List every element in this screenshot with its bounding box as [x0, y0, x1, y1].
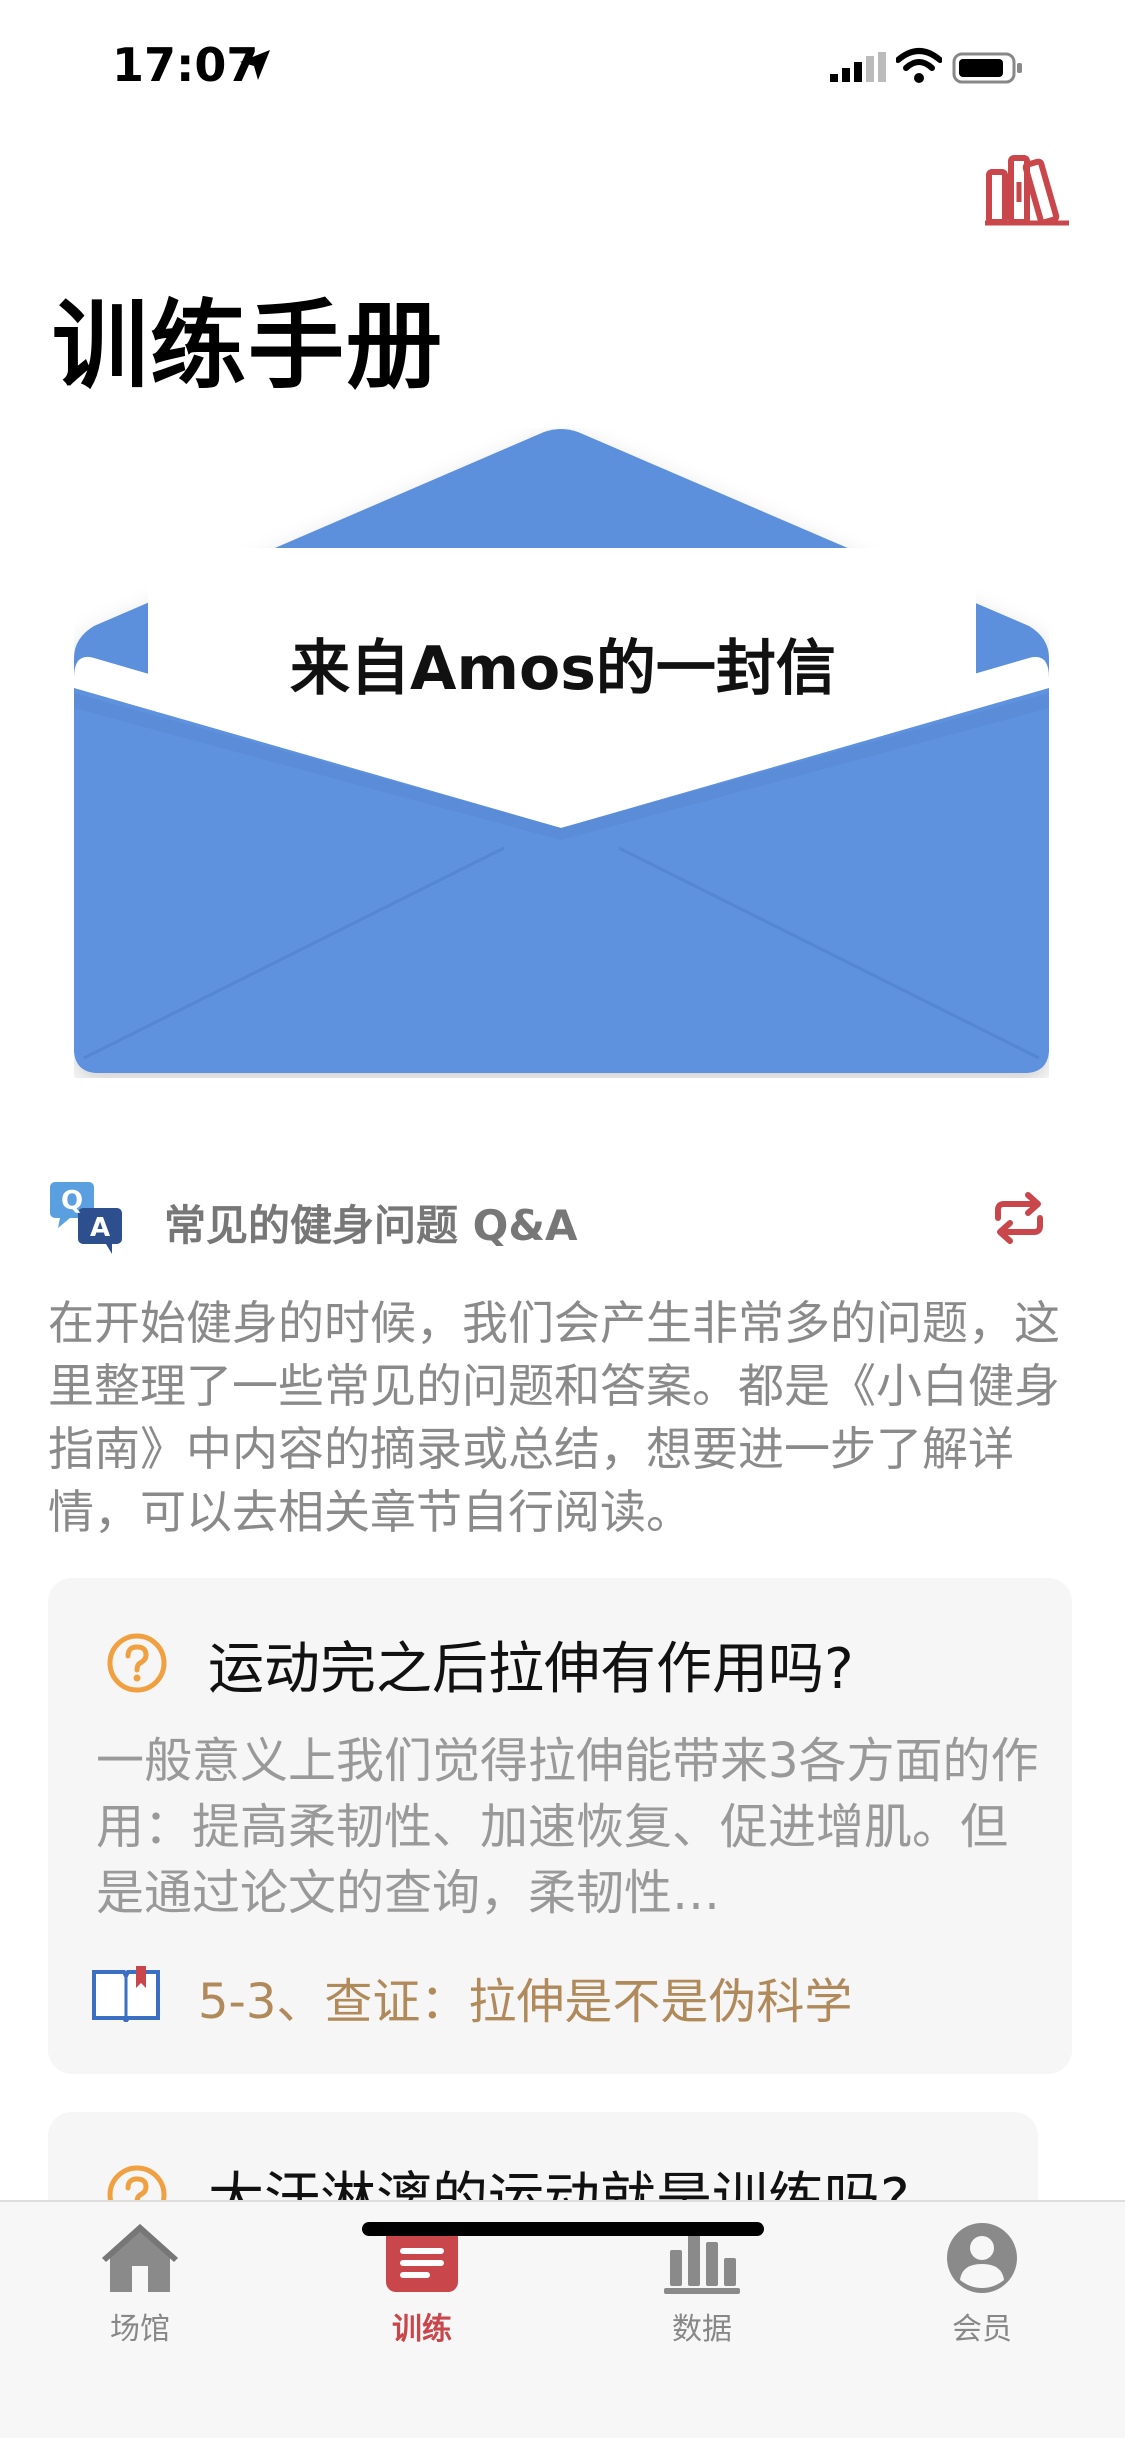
- location-arrow-icon: [240, 50, 270, 80]
- page-title: 训练手册: [52, 290, 444, 402]
- home-icon: [102, 2224, 178, 2292]
- tab-label: 会员: [952, 2312, 1012, 2347]
- tab-venue[interactable]: 场馆: [50, 2220, 230, 2370]
- shuffle-refresh-icon[interactable]: [990, 1192, 1048, 1244]
- battery-icon: [952, 52, 1022, 84]
- svg-text:A: A: [90, 1213, 110, 1243]
- cellular-signal-icon: [830, 52, 886, 82]
- home-indicator[interactable]: [362, 2222, 764, 2236]
- letter-title[interactable]: 来自Amos的一封信: [148, 620, 978, 707]
- tab-member[interactable]: 会员: [892, 2220, 1072, 2370]
- card-question: 运动完之后拉伸有作用吗?: [208, 1637, 854, 1702]
- tab-label: 场馆: [110, 2312, 170, 2347]
- tab-label: 训练: [392, 2312, 452, 2347]
- tab-training[interactable]: 训练: [332, 2220, 512, 2370]
- status-time: 17:07: [112, 38, 259, 92]
- envelope-illustration[interactable]: [74, 428, 1049, 1078]
- tab-data[interactable]: 数据: [612, 2220, 792, 2370]
- qa-section-title: 常见的健身问题 Q&A: [164, 1201, 578, 1250]
- card-chapter-link[interactable]: 5-3、查证：拉伸是不是伪科学: [198, 1962, 852, 2032]
- qa-icon: Q A: [50, 1182, 122, 1254]
- qa-description: 在开始健身的时候，我们会产生非常多的问题，这里整理了一些常见的问题和答案。都是《…: [48, 1296, 1060, 1539]
- open-book-icon: [92, 1966, 160, 2022]
- card-answer: 一般意义上我们觉得拉伸能带来3各方面的作用：提高柔韧性、加速恢复、促进增肌。但是…: [96, 1733, 1039, 1921]
- status-bar: 17:07: [0, 0, 1125, 130]
- library-books-icon[interactable]: [985, 152, 1069, 226]
- svg-text:Q: Q: [61, 1186, 83, 1216]
- person-icon: [947, 2223, 1017, 2293]
- question-circle-icon: [107, 1633, 167, 1693]
- tab-label: 数据: [672, 2312, 732, 2347]
- wifi-icon: [896, 48, 942, 83]
- qa-card[interactable]: 运动完之后拉伸有作用吗? 一般意义上我们觉得拉伸能带来3各方面的作用：提高柔韧性…: [48, 1578, 1072, 2074]
